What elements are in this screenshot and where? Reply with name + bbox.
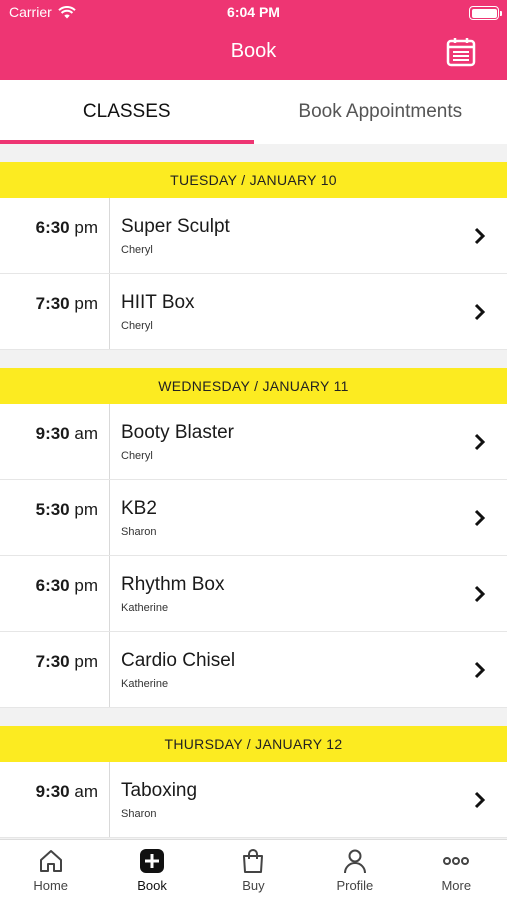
class-time: 7:30 pm — [0, 632, 110, 707]
segment-tabs: CLASSES Book Appointments — [0, 80, 507, 144]
class-instructor: Sharon — [121, 526, 157, 538]
class-row[interactable]: 6:30 pm Super Sculpt Cheryl — [0, 198, 507, 274]
class-time: 7:30 pm — [0, 274, 110, 349]
bottom-tab-bar: Home Book Buy Profile More — [0, 839, 507, 900]
plus-square-icon — [140, 849, 165, 873]
tabbar-buy[interactable]: Buy — [203, 840, 304, 900]
home-icon — [39, 850, 62, 872]
class-time: 9:30 am — [0, 404, 110, 479]
tab-book-appointments[interactable]: Book Appointments — [254, 80, 507, 144]
shopping-bag-icon — [243, 849, 264, 873]
tabbar-more[interactable]: More — [406, 840, 507, 900]
status-bar: Carrier 6:04 PM — [0, 0, 507, 26]
class-name: Taboxing — [121, 780, 198, 801]
class-instructor: Cheryl — [121, 450, 153, 462]
tabbar-label: Book — [137, 878, 167, 893]
chevron-right-icon — [474, 661, 486, 679]
chevron-right-icon — [474, 509, 486, 527]
page-title: Book — [230, 40, 277, 62]
class-row[interactable]: 6:30 pm Rhythm Box Katherine — [0, 556, 507, 632]
tabbar-label: Home — [33, 878, 69, 893]
chevron-right-icon — [474, 791, 486, 809]
tabbar-home[interactable]: Home — [0, 840, 101, 900]
class-row[interactable]: 9:30 am Booty Blaster Cheryl — [0, 404, 507, 480]
more-dots-icon — [443, 857, 470, 865]
tabbar-label: More — [441, 878, 472, 893]
chevron-right-icon — [474, 585, 486, 603]
nav-header: Carrier 6:04 PM Book — [0, 0, 507, 80]
class-time: 6:30 pm — [0, 198, 110, 273]
chevron-right-icon — [474, 227, 486, 245]
class-instructor: Cheryl — [121, 244, 153, 256]
class-time: 6:30 pm — [0, 556, 110, 631]
day-header: WEDNESDAY / JANUARY 11 — [0, 368, 507, 404]
class-row[interactable]: 9:30 am Taboxing Sharon — [0, 762, 507, 838]
class-schedule-list: TUESDAY / JANUARY 10 6:30 pm Super Sculp… — [0, 162, 507, 838]
class-row[interactable]: 7:30 pm Cardio Chisel Katherine — [0, 632, 507, 708]
class-name: HIIT Box — [121, 292, 195, 313]
tabbar-book[interactable]: Book — [101, 840, 202, 900]
chevron-right-icon — [474, 433, 486, 451]
class-name: Rhythm Box — [121, 574, 225, 595]
day-header: TUESDAY / JANUARY 10 — [0, 162, 507, 198]
day-header: THURSDAY / JANUARY 12 — [0, 726, 507, 762]
tabbar-label: Profile — [336, 878, 374, 893]
calendar-icon[interactable] — [445, 36, 477, 68]
class-name: Booty Blaster — [121, 422, 234, 443]
tab-classes[interactable]: CLASSES — [0, 80, 254, 144]
class-name: Super Sculpt — [121, 216, 230, 237]
class-instructor: Sharon — [121, 808, 157, 820]
class-name: Cardio Chisel — [121, 650, 236, 671]
class-instructor: Cheryl — [121, 320, 153, 332]
chevron-right-icon — [474, 303, 486, 321]
class-time: 9:30 am — [0, 762, 110, 837]
class-name: KB2 — [121, 498, 157, 519]
class-instructor: Katherine — [121, 678, 169, 690]
status-time: 6:04 PM — [227, 4, 280, 20]
person-icon — [343, 849, 366, 874]
class-time: 5:30 pm — [0, 480, 110, 555]
tabbar-profile[interactable]: Profile — [304, 840, 405, 900]
class-row[interactable]: 5:30 pm KB2 Sharon — [0, 480, 507, 556]
battery-icon — [469, 6, 502, 20]
tabbar-label: Buy — [242, 878, 265, 893]
class-row[interactable]: 7:30 pm HIIT Box Cheryl — [0, 274, 507, 350]
class-instructor: Katherine — [121, 602, 169, 614]
